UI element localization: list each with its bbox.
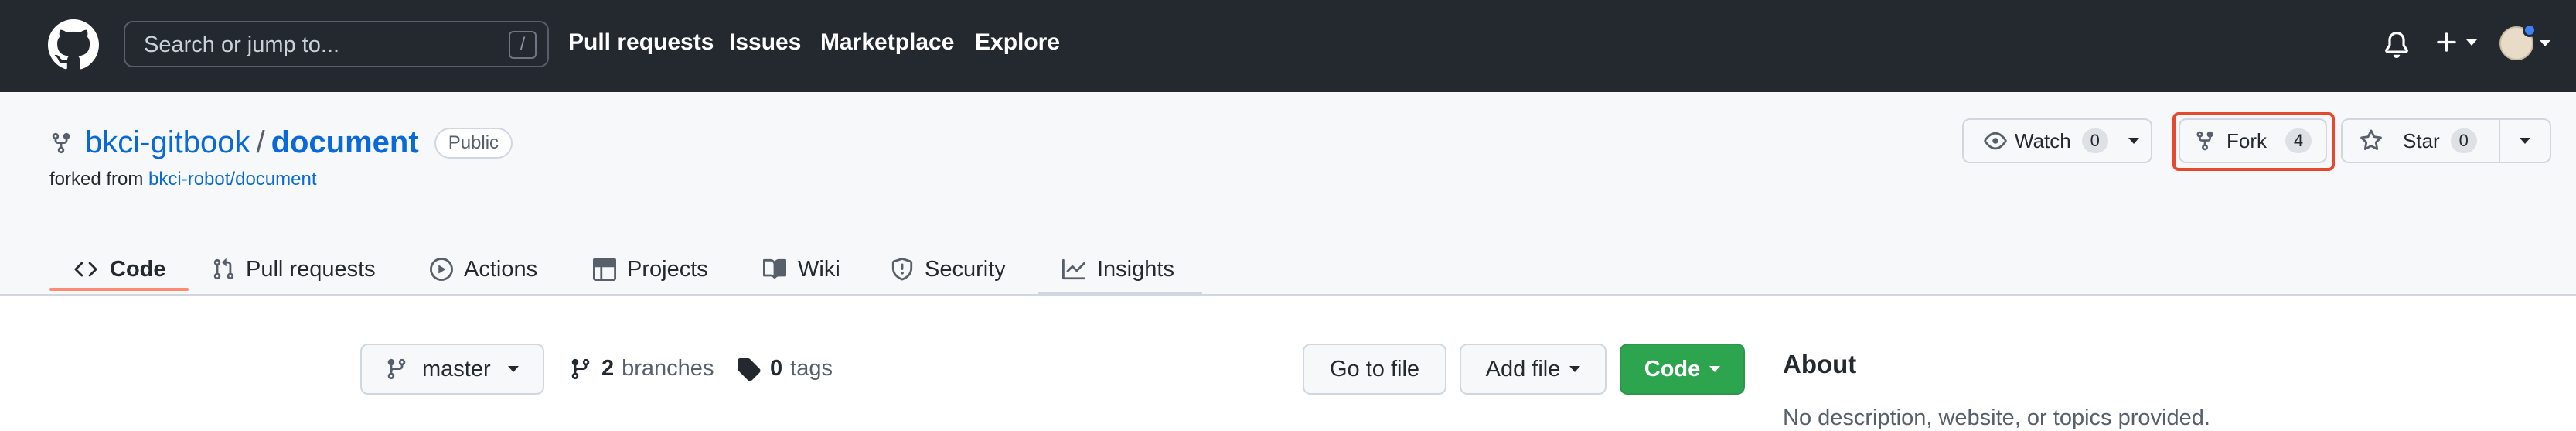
chevron-down-icon xyxy=(2540,40,2550,46)
notification-dot xyxy=(2523,23,2537,37)
github-logo-icon[interactable] xyxy=(48,19,99,70)
repo-owner-link[interactable]: bkci-gitbook xyxy=(85,125,250,160)
tab-projects[interactable]: Projects xyxy=(593,244,708,295)
tab-label: Code xyxy=(110,256,166,282)
add-file-label: Add file xyxy=(1485,356,1561,381)
tag-icon xyxy=(738,357,761,381)
chevron-down-icon xyxy=(2466,39,2477,46)
star-button[interactable]: Star 0 xyxy=(2341,118,2500,163)
search-input[interactable]: Search or jump to... / xyxy=(124,21,549,67)
about-description: No description, website, or topics provi… xyxy=(1783,405,2210,430)
add-file-button[interactable]: Add file xyxy=(1460,344,1607,395)
watch-label: Watch xyxy=(2015,128,2071,152)
topnav-pull-requests[interactable]: Pull requests xyxy=(568,29,714,56)
about-heading: About xyxy=(1783,350,1857,378)
repo-forked-icon xyxy=(52,132,70,153)
repo-path-separator: / xyxy=(256,125,265,159)
repo-name-link[interactable]: document xyxy=(271,125,419,160)
branches-link[interactable]: 2 branches xyxy=(569,356,714,381)
forked-from-prefix: forked from xyxy=(49,169,149,190)
git-branch-icon xyxy=(387,358,406,380)
code-icon xyxy=(74,262,97,277)
play-icon xyxy=(430,258,453,281)
user-menu[interactable] xyxy=(2499,23,2550,60)
chevron-down-icon xyxy=(2520,138,2530,144)
tab-security[interactable]: Security xyxy=(891,244,1006,295)
tags-link[interactable]: 0 tags xyxy=(736,356,833,381)
tab-wiki[interactable]: Wiki xyxy=(762,244,840,295)
visibility-badge: Public xyxy=(434,127,513,159)
chevron-down-icon xyxy=(507,366,519,372)
repo-title: bkci-gitbook / document Public xyxy=(49,125,513,160)
global-header: Search or jump to... / Pull requests Iss… xyxy=(0,0,2576,92)
code-button[interactable]: Code xyxy=(1620,344,1745,395)
branch-select-button[interactable]: master xyxy=(360,344,544,395)
graph-icon xyxy=(1062,258,1085,280)
git-branch-icon xyxy=(571,358,590,379)
branches-count: 2 xyxy=(601,356,615,381)
tags-count: 0 xyxy=(770,356,783,381)
go-to-file-button[interactable]: Go to file xyxy=(1303,344,1446,395)
tab-label: Pull requests xyxy=(246,256,376,282)
watch-count: 0 xyxy=(2081,128,2108,153)
avatar xyxy=(2499,23,2537,60)
forked-from-link[interactable]: bkci-robot/document xyxy=(148,169,316,190)
branch-name: master xyxy=(422,356,491,381)
topnav-explore[interactable]: Explore xyxy=(975,29,1060,56)
branches-label: branches xyxy=(622,356,714,381)
tab-pull-requests[interactable]: Pull requests xyxy=(212,244,376,295)
tab-actions[interactable]: Actions xyxy=(430,244,537,295)
star-list-dropdown[interactable] xyxy=(2499,118,2551,163)
search-shortcut-key: / xyxy=(509,31,537,59)
tab-label: Projects xyxy=(627,256,708,282)
topnav-issues[interactable]: Issues xyxy=(729,29,801,56)
forked-from-note: forked from bkci-robot/document xyxy=(49,169,317,190)
star-count: 0 xyxy=(2450,128,2477,153)
tab-label: Wiki xyxy=(798,256,840,282)
book-icon xyxy=(763,258,787,279)
bell-icon[interactable] xyxy=(2383,31,2410,59)
chevron-down-icon xyxy=(2128,138,2139,144)
chevron-down-icon xyxy=(1709,366,1721,372)
git-pull-request-icon xyxy=(213,258,234,280)
tab-insights[interactable]: Insights xyxy=(1061,244,1174,295)
go-to-file-label: Go to file xyxy=(1329,356,1420,381)
create-new-menu[interactable] xyxy=(2434,29,2477,56)
shield-icon xyxy=(891,258,913,281)
watch-button[interactable]: Watch 0 xyxy=(1962,118,2152,163)
topnav-marketplace[interactable]: Marketplace xyxy=(820,29,954,56)
table-icon xyxy=(593,258,616,281)
code-button-label: Code xyxy=(1644,356,1701,381)
plus-icon xyxy=(2437,32,2456,52)
star-label: Star xyxy=(2403,128,2440,152)
tab-hover-indicator xyxy=(1038,292,1202,295)
star-icon xyxy=(2360,129,2382,151)
search-placeholder: Search or jump to... xyxy=(144,32,340,57)
chevron-down-icon xyxy=(1569,366,1581,372)
tags-label: tags xyxy=(790,356,833,381)
fork-highlight-annotation xyxy=(2172,112,2335,171)
eye-icon xyxy=(1984,132,2007,150)
tab-label: Actions xyxy=(464,256,538,282)
active-tab-indicator xyxy=(49,288,189,291)
tab-label: Insights xyxy=(1097,256,1174,282)
tab-label: Security xyxy=(925,256,1006,282)
